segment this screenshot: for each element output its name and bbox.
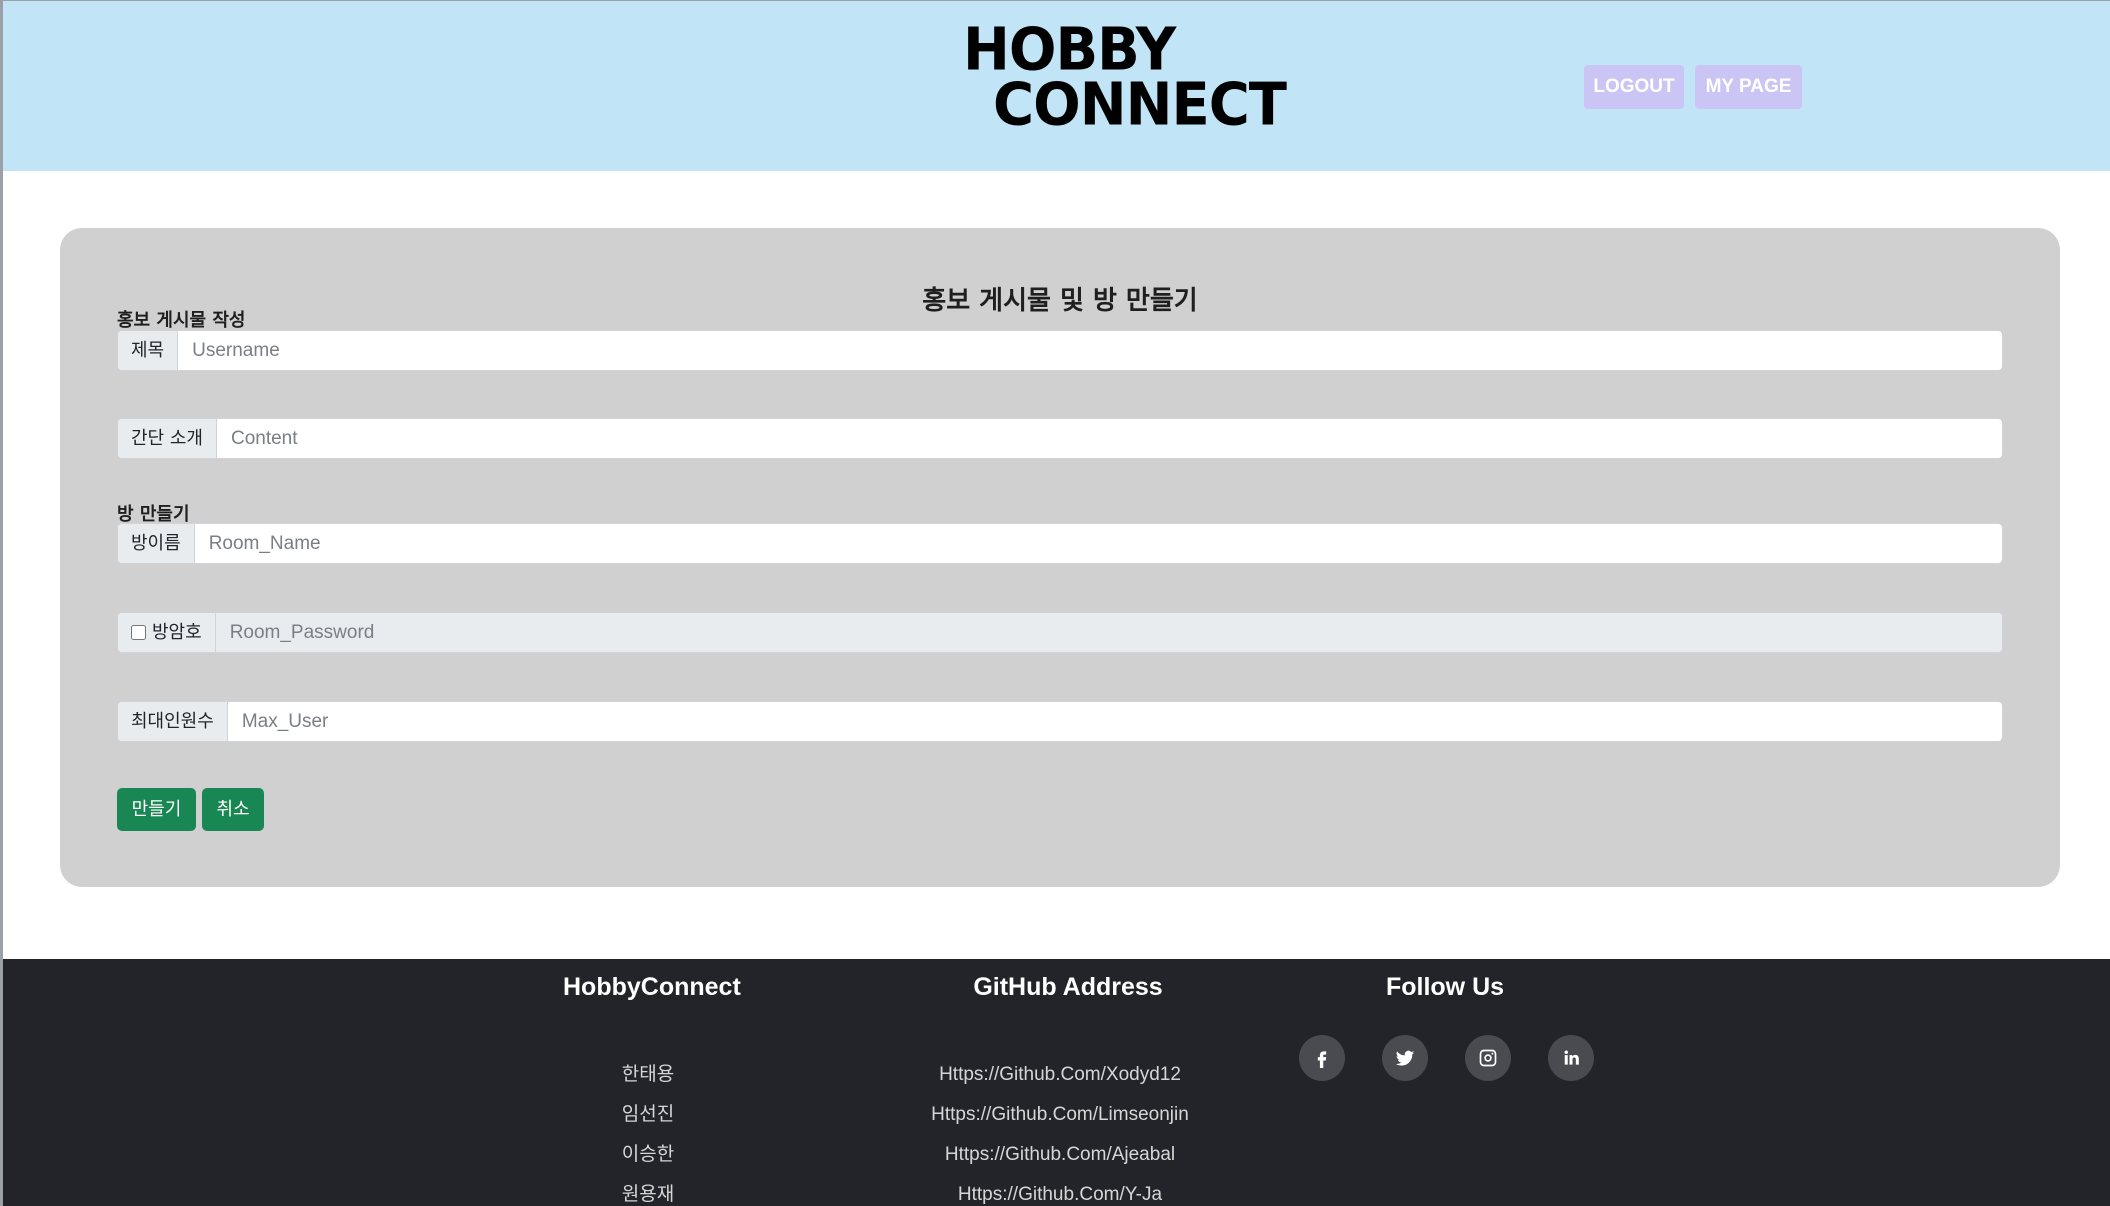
- member-name: 이승한: [621, 1144, 675, 1165]
- my-page-button[interactable]: MY PAGE: [1695, 65, 1802, 109]
- room-password-checkbox[interactable]: [131, 625, 146, 640]
- max-user-input-group: 최대인원수: [117, 701, 2003, 742]
- twitter-link[interactable]: [1382, 1035, 1428, 1081]
- max-user-input[interactable]: [227, 702, 2002, 741]
- linkedin-icon: [1564, 1050, 1579, 1065]
- member-name: 임선진: [621, 1104, 675, 1125]
- title-field-label: 제목: [118, 331, 179, 370]
- page: HOBBY CONNECT LOGOUT MY PAGE 홍보 게시물 및 방 …: [0, 0, 2110, 1206]
- facebook-icon: [1317, 1051, 1327, 1068]
- room-password-input[interactable]: [215, 613, 2002, 652]
- instagram-link[interactable]: [1465, 1035, 1511, 1081]
- create-button[interactable]: 만들기: [117, 788, 196, 831]
- cancel-button[interactable]: 취소: [202, 788, 264, 831]
- room-password-input-group: 방암호: [117, 612, 2003, 653]
- site-header: HOBBY CONNECT LOGOUT MY PAGE: [3, 1, 2110, 171]
- instagram-icon: [1479, 1049, 1497, 1067]
- github-link[interactable]: Https://Github.Com/Limseonjin: [910, 1095, 1210, 1135]
- room-password-field-label: 방암호: [152, 622, 202, 643]
- title-input-group: 제목: [117, 330, 2003, 371]
- linkedin-link[interactable]: [1548, 1035, 1594, 1081]
- member-name: 원용재: [621, 1184, 675, 1205]
- intro-input[interactable]: [216, 419, 2002, 458]
- room-name-field-label: 방이름: [118, 524, 195, 563]
- github-link-list: Https://Github.Com/Xodyd12 Https://Githu…: [910, 1055, 1210, 1206]
- create-post-room-form: 홍보 게시물 및 방 만들기 홍보 게시물 작성 제목 간단 소개 방 만들기 …: [60, 228, 2060, 887]
- github-link[interactable]: Https://Github.Com/Ajeabal: [910, 1135, 1210, 1175]
- footer-heading-follow: Follow Us: [1385, 973, 1505, 1001]
- form-title: 홍보 게시물 및 방 만들기: [922, 286, 1198, 316]
- room-password-field-label-wrap: 방암호: [118, 613, 216, 652]
- member-list: 한태용 임선진 이승한 원용재: [578, 1055, 718, 1206]
- room-name-input[interactable]: [194, 524, 2002, 563]
- member-name: 한태용: [621, 1064, 675, 1085]
- intro-field-label: 간단 소개: [118, 419, 217, 458]
- facebook-link[interactable]: [1299, 1035, 1345, 1081]
- max-user-field-label: 최대인원수: [118, 702, 228, 741]
- logout-button[interactable]: LOGOUT: [1584, 65, 1684, 109]
- footer-heading-hobbyconnect: HobbyConnect: [563, 973, 741, 1001]
- intro-input-group: 간단 소개: [117, 418, 2003, 459]
- github-link[interactable]: Https://Github.Com/Y-Ja: [910, 1175, 1210, 1206]
- hobbyconnect-logo[interactable]: HOBBY CONNECT: [963, 20, 1287, 134]
- post-section-label: 홍보 게시물 작성: [117, 310, 246, 331]
- room-name-input-group: 방이름: [117, 523, 2003, 564]
- footer-heading-github: GitHub Address: [973, 973, 1163, 1001]
- title-input[interactable]: [178, 331, 2002, 370]
- logo-line-2: CONNECT: [993, 70, 1287, 139]
- github-link[interactable]: Https://Github.Com/Xodyd12: [910, 1055, 1210, 1095]
- site-footer: HobbyConnect 한태용 임선진 이승한 원용재 GitHub Addr…: [3, 959, 2110, 1206]
- twitter-icon: [1395, 1050, 1415, 1066]
